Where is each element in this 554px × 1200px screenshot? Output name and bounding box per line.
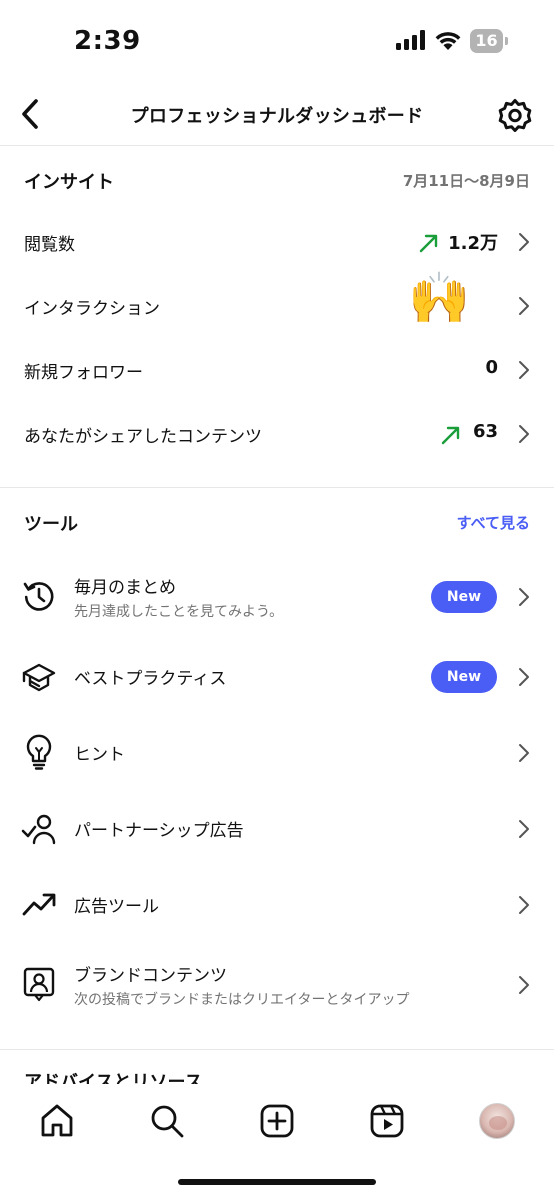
raised-hands-emoji: 🙌	[408, 269, 471, 327]
home-icon	[41, 1104, 73, 1137]
reels-icon	[370, 1104, 404, 1138]
new-badge: New	[431, 581, 497, 613]
chevron-right-icon	[519, 233, 529, 251]
gear-icon	[498, 99, 532, 132]
history-icon	[20, 577, 58, 615]
trend-up-arrow-icon	[441, 426, 460, 445]
insight-row-shared-content[interactable]: あなたがシェアしたコンテンツ 63	[0, 404, 554, 464]
insight-row-views[interactable]: 閲覧数 1.2万	[0, 212, 554, 272]
tool-subtitle: 先月達成したことを見てみよう。	[74, 604, 284, 620]
status-time: 2:39	[74, 26, 141, 56]
page-title: プロフェッショナルダッシュボード	[130, 106, 424, 127]
insights-title: インサイト	[24, 172, 114, 193]
tool-label: 広告ツール	[74, 897, 159, 917]
insights-divider	[0, 487, 554, 488]
insight-label: 新規フォロワー	[24, 363, 143, 383]
tool-row-best-practices[interactable]: ベストプラクティス New	[0, 640, 554, 712]
partnership-icon	[20, 809, 58, 847]
chevron-right-icon	[519, 976, 529, 994]
tool-label: ブランドコンテンツ	[74, 966, 227, 986]
brand-content-icon	[20, 965, 58, 1003]
new-badge: New	[431, 661, 497, 693]
tool-row-monthly-recap[interactable]: 毎月のまとめ 先月達成したことを見てみよう。 New	[0, 560, 554, 636]
insight-label: あなたがシェアしたコンテンツ	[24, 427, 262, 447]
cellular-signal-icon	[396, 30, 425, 50]
insights-date-range: 7月11日〜8月9日	[402, 172, 530, 190]
chevron-right-icon	[519, 297, 529, 315]
chevron-right-icon	[519, 896, 529, 914]
nav-create-button[interactable]	[254, 1098, 300, 1144]
header-divider	[0, 145, 554, 146]
tool-row-partnership-ads[interactable]: パートナーシップ広告	[0, 794, 554, 862]
trend-up-arrow-icon	[419, 234, 438, 253]
insight-value: 1.2万	[448, 233, 498, 254]
insight-value: 63	[472, 421, 498, 442]
insight-label: 閲覧数	[24, 235, 75, 255]
chevron-right-icon	[519, 744, 529, 762]
chevron-right-icon	[519, 820, 529, 838]
screen: 2:39 16 プロフェッショナルダッシュボード インサイト 7月11日〜8月9…	[0, 0, 554, 1200]
insight-value: 0	[485, 357, 498, 378]
insight-row-interactions[interactable]: インタラクション	[0, 276, 554, 336]
nav-search-button[interactable]	[144, 1098, 190, 1144]
battery-cap	[505, 37, 508, 45]
profile-avatar	[479, 1103, 515, 1139]
chevron-right-icon	[519, 425, 529, 443]
tools-title: ツール	[24, 514, 78, 535]
tools-divider	[0, 1049, 554, 1050]
tool-row-ad-tools[interactable]: 広告ツール	[0, 870, 554, 938]
see-all-link[interactable]: すべて見る	[457, 512, 530, 533]
header: プロフェッショナルダッシュボード	[0, 86, 554, 144]
search-icon	[151, 1105, 184, 1138]
insight-label: インタラクション	[24, 299, 160, 319]
home-indicator	[178, 1179, 376, 1185]
settings-button[interactable]	[492, 92, 538, 138]
battery-indicator: 16	[470, 29, 508, 53]
nav-reels-button[interactable]	[364, 1098, 410, 1144]
lightbulb-icon	[20, 733, 58, 771]
tool-label: ベストプラクティス	[74, 669, 227, 689]
tool-row-branded-content[interactable]: ブランドコンテンツ 次の投稿でブランドまたはクリエイターとタイアップ	[0, 948, 554, 1024]
battery-level: 16	[475, 31, 498, 50]
tool-label: パートナーシップ広告	[74, 821, 244, 841]
status-bar: 2:39 16	[0, 0, 554, 80]
nav-home-button[interactable]	[34, 1098, 80, 1144]
back-arrow-icon	[22, 99, 38, 129]
tool-label: ヒント	[74, 745, 125, 765]
insight-row-new-followers[interactable]: 新規フォロワー 0	[0, 340, 554, 400]
chevron-right-icon	[519, 668, 529, 686]
tool-label: 毎月のまとめ	[74, 578, 176, 598]
back-button[interactable]	[8, 92, 52, 136]
create-icon	[260, 1104, 294, 1138]
advice-resources-title: アドバイスとリソース	[24, 1072, 203, 1084]
chevron-right-icon	[519, 588, 529, 606]
tool-subtitle: 次の投稿でブランドまたはクリエイターとタイアップ	[74, 992, 410, 1008]
chevron-right-icon	[519, 361, 529, 379]
nav-profile-button[interactable]	[474, 1098, 520, 1144]
trending-up-icon	[20, 885, 58, 923]
wifi-icon	[435, 32, 461, 50]
tool-row-tips[interactable]: ヒント	[0, 718, 554, 786]
graduation-cap-icon	[20, 657, 58, 695]
